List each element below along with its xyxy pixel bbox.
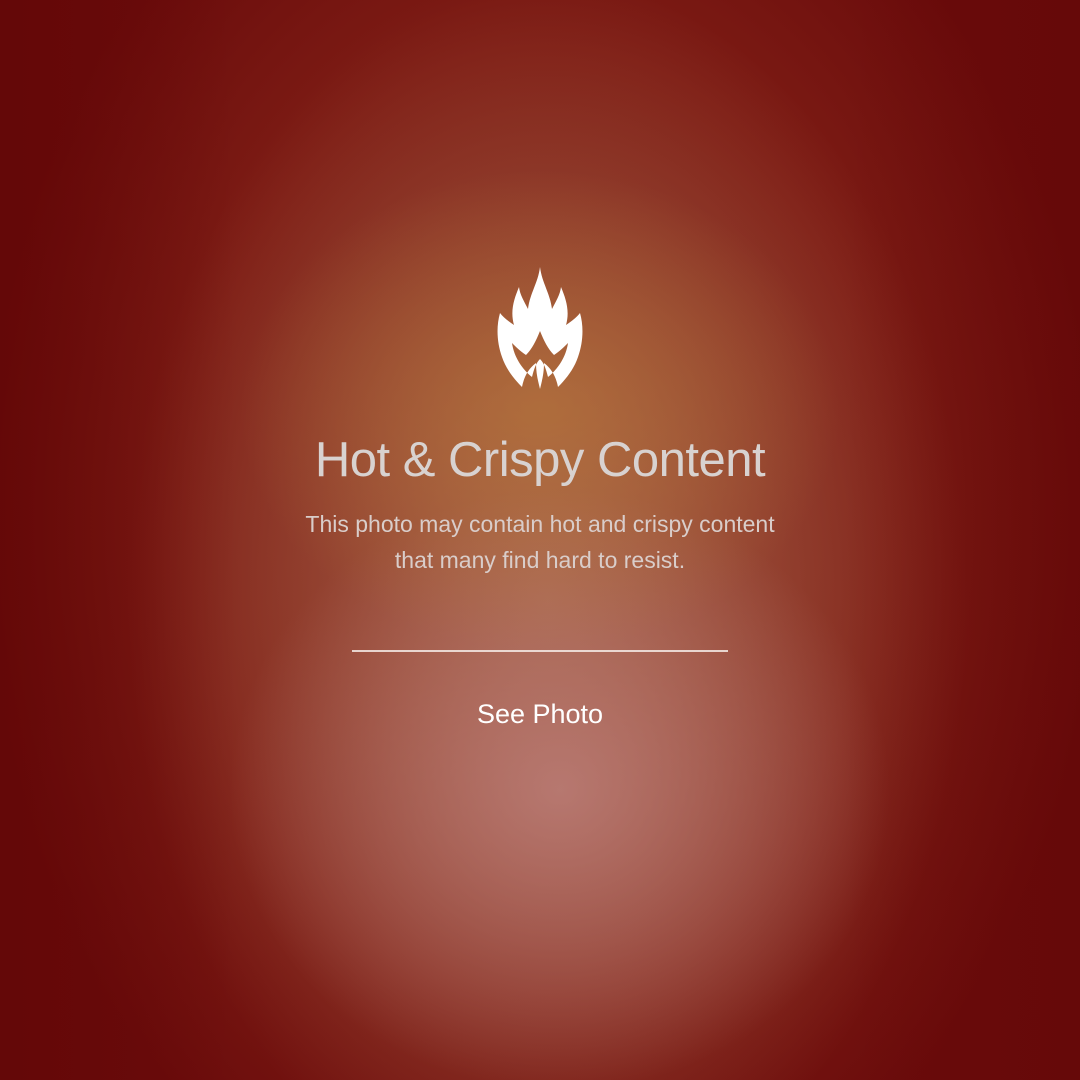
- warning-title: Hot & Crispy Content: [314, 433, 766, 487]
- warning-description: This photo may contain hot and crispy co…: [305, 511, 775, 573]
- see-photo-button[interactable]: See Photo: [420, 694, 660, 734]
- fire-icon: [486, 265, 594, 391]
- sensitive-content-overlay: Hot & Crispy Content This photo may cont…: [0, 0, 1080, 1080]
- divider: [352, 650, 728, 652]
